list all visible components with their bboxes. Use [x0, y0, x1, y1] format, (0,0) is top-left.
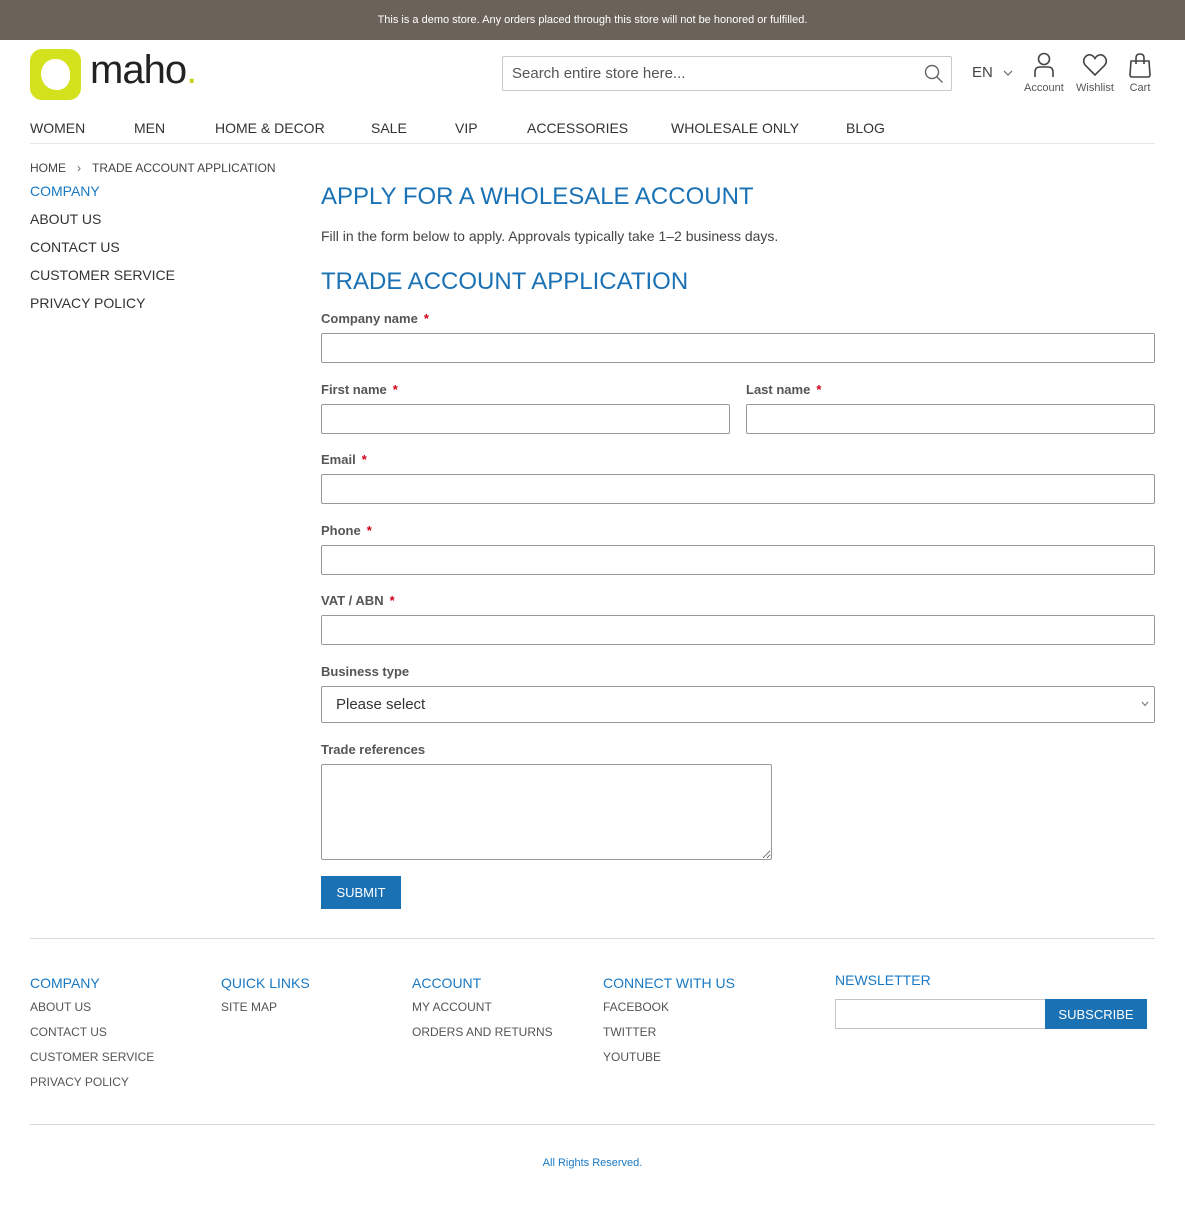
- first-name-field[interactable]: [321, 404, 730, 434]
- sidebar-item-about-us[interactable]: ABOUT US: [30, 210, 175, 238]
- chevron-down-icon: [1141, 701, 1149, 707]
- company-name-label: Company name *: [321, 311, 429, 326]
- account-label: Account: [1024, 82, 1064, 94]
- nav-item-men[interactable]: MEN: [134, 120, 165, 136]
- heart-icon: [1082, 54, 1108, 77]
- footer-link-my-account[interactable]: MY ACCOUNT: [412, 1000, 553, 1025]
- search-input[interactable]: [503, 57, 917, 90]
- footer-link-orders-and-returns[interactable]: ORDERS AND RETURNS: [412, 1025, 553, 1050]
- wishlist-link[interactable]: Wishlist: [1076, 52, 1114, 94]
- newsletter-email-field[interactable]: [835, 999, 1046, 1029]
- phone-field[interactable]: [321, 545, 1155, 575]
- last-name-field[interactable]: [746, 404, 1155, 434]
- footer-link-privacy-policy[interactable]: PRIVACY POLICY: [30, 1075, 154, 1100]
- trade-references-field[interactable]: [321, 764, 772, 860]
- business-type-label: Business type: [321, 664, 410, 679]
- wishlist-label: Wishlist: [1076, 82, 1114, 94]
- cart-link[interactable]: Cart: [1128, 52, 1152, 94]
- demo-store-notice: This is a demo store. Any orders placed …: [0, 0, 1185, 40]
- nav-item-accessories[interactable]: ACCESSORIES: [527, 120, 628, 136]
- footer-quick-links-title: QUICK LINKS: [221, 975, 310, 991]
- email-label: Email *: [321, 452, 367, 467]
- footer-connect-title: CONNECT WITH US: [603, 975, 735, 991]
- breadcrumb-current: TRADE ACCOUNT APPLICATION: [92, 161, 276, 175]
- logo-mark-icon: [30, 48, 81, 100]
- required-marker: *: [366, 523, 372, 538]
- bag-icon: [1129, 53, 1151, 78]
- sidebar-item-customer-service[interactable]: CUSTOMER SERVICE: [30, 266, 175, 294]
- account-link[interactable]: Account: [1024, 52, 1064, 94]
- required-marker: *: [392, 382, 398, 397]
- subscribe-button[interactable]: SUBSCRIBE: [1045, 999, 1147, 1029]
- footer-connect: CONNECT WITH US FACEBOOK TWITTER YOUTUBE: [603, 975, 735, 1075]
- nav-item-women[interactable]: WOMEN: [30, 120, 85, 136]
- nav-item-sale[interactable]: SALE: [371, 120, 407, 136]
- required-marker: *: [389, 593, 395, 608]
- search-bar: [502, 56, 952, 91]
- nav-item-wholesale-only[interactable]: WHOLESALE ONLY: [671, 120, 799, 136]
- submit-button[interactable]: SUBMIT: [321, 876, 401, 909]
- sidebar-item-privacy-policy[interactable]: PRIVACY POLICY: [30, 294, 175, 322]
- phone-label: Phone *: [321, 523, 372, 538]
- first-name-label: First name *: [321, 382, 398, 397]
- form-title: TRADE ACCOUNT APPLICATION: [321, 268, 689, 295]
- footer-link-twitter[interactable]: TWITTER: [603, 1025, 735, 1050]
- main-nav: WOMEN MEN HOME & DECOR SALE VIP ACCESSOR…: [30, 113, 1155, 144]
- logo[interactable]: maho.: [30, 48, 220, 100]
- sidebar: COMPANY ABOUT US CONTACT US CUSTOMER SER…: [30, 183, 175, 322]
- logo-text: maho.: [90, 48, 197, 92]
- footer-divider-top: [30, 938, 1155, 939]
- business-type-selected: Please select: [336, 696, 426, 713]
- page-title: APPLY FOR A WHOLESALE ACCOUNT: [321, 183, 754, 210]
- required-marker: *: [816, 382, 822, 397]
- required-marker: *: [423, 311, 429, 326]
- sidebar-title: COMPANY: [30, 183, 100, 199]
- last-name-label: Last name *: [746, 382, 822, 397]
- nav-item-blog[interactable]: BLOG: [846, 120, 885, 136]
- business-type-select[interactable]: Please select: [321, 686, 1155, 723]
- copyright: All Rights Reserved.: [542, 1157, 643, 1169]
- language-label: EN: [972, 64, 993, 81]
- language-switcher[interactable]: EN: [972, 64, 1013, 81]
- search-button[interactable]: [917, 57, 951, 90]
- nav-item-home-decor[interactable]: HOME & DECOR: [215, 120, 325, 136]
- footer-link-site-map[interactable]: SITE MAP: [221, 1000, 310, 1025]
- nav-item-vip[interactable]: VIP: [455, 120, 478, 136]
- footer-company-title: COMPANY: [30, 975, 100, 991]
- vat-label: VAT / ABN *: [321, 593, 395, 608]
- vat-field[interactable]: [321, 615, 1155, 645]
- intro-text: Fill in the form below to apply. Approva…: [321, 228, 779, 244]
- breadcrumb: HOME › TRADE ACCOUNT APPLICATION: [30, 161, 276, 175]
- footer-link-facebook[interactable]: FACEBOOK: [603, 1000, 735, 1025]
- email-field[interactable]: [321, 474, 1155, 504]
- trade-references-label: Trade references: [321, 742, 426, 757]
- chevron-down-icon: [1003, 70, 1013, 76]
- footer-divider-bottom: [30, 1124, 1155, 1125]
- footer-link-youtube[interactable]: YOUTUBE: [603, 1050, 735, 1075]
- footer-account: ACCOUNT MY ACCOUNT ORDERS AND RETURNS: [412, 975, 553, 1050]
- footer-company: COMPANY ABOUT US CONTACT US CUSTOMER SER…: [30, 975, 154, 1100]
- footer-quick-links: QUICK LINKS SITE MAP: [221, 975, 310, 1025]
- newsletter-title: NEWSLETTER: [835, 972, 931, 988]
- footer-link-contact-us[interactable]: CONTACT US: [30, 1025, 154, 1050]
- breadcrumb-home[interactable]: HOME: [30, 161, 66, 175]
- footer-link-about-us[interactable]: ABOUT US: [30, 1000, 154, 1025]
- breadcrumb-separator: ›: [77, 161, 81, 175]
- required-marker: *: [361, 452, 367, 467]
- company-name-field[interactable]: [321, 333, 1155, 363]
- search-icon: [924, 64, 943, 83]
- sidebar-item-contact-us[interactable]: CONTACT US: [30, 238, 175, 266]
- cart-label: Cart: [1129, 82, 1151, 94]
- footer-account-title: ACCOUNT: [412, 975, 482, 991]
- footer-link-customer-service[interactable]: CUSTOMER SERVICE: [30, 1050, 154, 1075]
- account-icon: [1034, 52, 1054, 77]
